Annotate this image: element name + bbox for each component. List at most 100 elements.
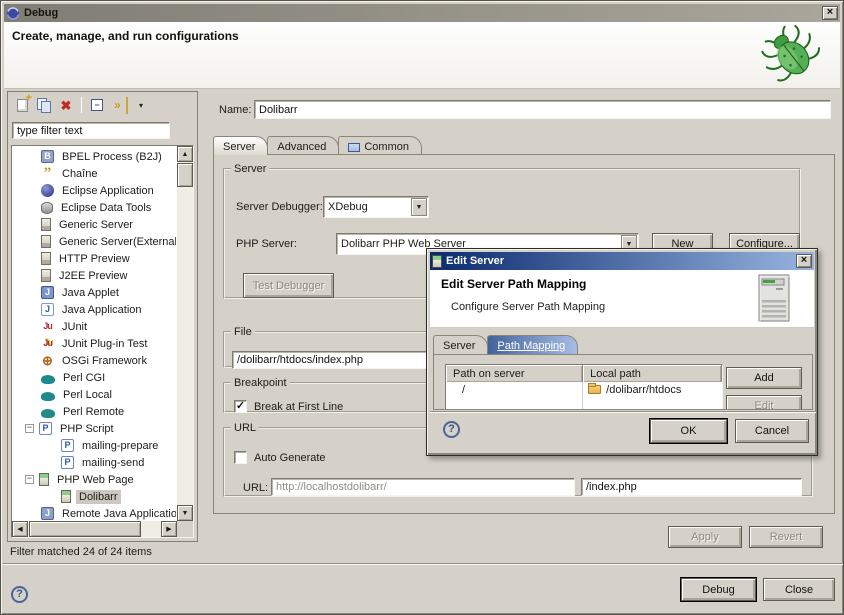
tree-item[interactable]: −PPHP Script — [13, 420, 176, 437]
tree-item-label: Generic Server(External La — [56, 235, 176, 249]
tree-item-label: Eclipse Application — [59, 184, 157, 198]
tree-item[interactable]: Pmailing-send — [13, 454, 176, 471]
scroll-down-icon[interactable]: ▼ — [177, 505, 193, 521]
tree-item[interactable]: HTTP Preview — [13, 250, 176, 267]
tree-item-label: HTTP Preview — [56, 252, 133, 266]
tree-item[interactable]: Dolibarr — [13, 488, 176, 505]
perl-camel-icon — [41, 392, 55, 401]
tree-item[interactable]: Generic Server — [13, 216, 176, 233]
config-tabs: Server Advanced Common — [213, 135, 421, 155]
duplicate-configuration-icon[interactable] — [35, 97, 53, 114]
php-file-icon: P — [39, 422, 52, 435]
tree-item-label: JUnit Plug-in Test — [59, 337, 150, 351]
edit-server-heading: Edit Server Path Mapping — [441, 277, 586, 291]
tree-horizontal-scrollbar[interactable]: ◀ ▶ — [12, 521, 177, 537]
tab-server[interactable]: Server — [213, 136, 268, 155]
tree-expander-icon[interactable]: − — [25, 475, 34, 484]
dialog-help-icon[interactable]: ? — [443, 421, 460, 438]
tree-item-label: Java Applet — [59, 286, 122, 300]
tree-filter-input[interactable] — [12, 122, 170, 139]
new-configuration-icon[interactable]: + — [13, 97, 31, 114]
cancel-button[interactable]: Cancel — [735, 419, 809, 443]
tree-item[interactable]: B BPEL Process (B2J) — [13, 148, 176, 165]
tab-path-mapping[interactable]: Path Mapping — [487, 335, 578, 354]
tree-item-label: BPEL Process (B2J) — [59, 150, 165, 164]
filter-launch-configurations-icon[interactable]: » — [110, 97, 128, 114]
debug-window: Debug × Create, manage, and run configur… — [0, 0, 844, 615]
filter-menu-caret-icon[interactable]: ▾ — [132, 97, 150, 114]
dialog-footer-separator — [430, 411, 816, 413]
scroll-left-icon[interactable]: ◀ — [12, 521, 28, 537]
tree-item[interactable]: J2EE Preview — [13, 267, 176, 284]
edit-server-subheading: Configure Server Path Mapping — [451, 301, 605, 313]
debug-button[interactable]: Debug — [681, 578, 756, 601]
empty-mapping-row — [446, 398, 722, 410]
tree-item-label: Perl Local — [60, 388, 115, 402]
tree-item[interactable]: ” Chaîne — [13, 165, 176, 182]
tree-item-label: mailing-prepare — [79, 439, 161, 453]
collapse-all-icon[interactable]: − — [88, 97, 106, 114]
remote-java-icon: J — [41, 507, 54, 520]
bpel-process-icon: B — [41, 150, 54, 163]
tree-item-label: JUnit — [59, 320, 90, 334]
bug-icon — [760, 24, 826, 86]
tree-item[interactable]: −PHP Web Page — [13, 471, 176, 488]
tree-item[interactable]: JuJUnit Plug-in Test — [13, 335, 176, 352]
edit-server-title: Edit Server — [446, 255, 796, 267]
toolbar-separator — [81, 97, 82, 113]
mapping-row[interactable]: //dolibarr/htdocs — [446, 382, 722, 398]
scroll-up-icon[interactable]: ▲ — [177, 146, 193, 162]
eclipse-logo-icon — [6, 6, 20, 20]
ok-button[interactable]: OK — [650, 419, 727, 443]
tree-item[interactable]: Eclipse Application — [13, 182, 176, 199]
footer-separator — [3, 563, 843, 565]
tree-item-label: Chaîne — [59, 167, 100, 181]
revert-button[interactable]: Revert — [749, 526, 823, 548]
edit-server-close-button[interactable]: × — [796, 254, 812, 268]
apply-button[interactable]: Apply — [668, 526, 742, 548]
tree-item[interactable]: JJava Application — [13, 301, 176, 318]
mapping-table-container: Path on server Local path //dolibarr/htd… — [445, 364, 723, 410]
database-icon — [41, 202, 53, 214]
string-icon: ” — [41, 167, 54, 180]
tree-item[interactable]: Eclipse Data Tools — [13, 199, 176, 216]
tree-item[interactable]: Ju JUnit — [13, 318, 176, 335]
tree-item[interactable]: Pmailing-prepare — [13, 437, 176, 454]
edit-mapping-button[interactable]: Edit — [726, 395, 802, 410]
local-path-cell[interactable]: /dolibarr/htdocs — [583, 382, 722, 398]
close-button[interactable]: Close — [763, 578, 835, 601]
vertical-scroll-thumb[interactable] — [177, 163, 193, 187]
tree-item[interactable]: Perl CGI — [13, 369, 176, 386]
tree-item[interactable]: JJava Applet — [13, 284, 176, 301]
path-mapping-content: Path on server Local path //dolibarr/htd… — [433, 354, 813, 410]
delete-configuration-icon[interactable]: ✖ — [57, 97, 75, 114]
tree-vertical-scrollbar[interactable]: ▲ ▼ — [177, 146, 193, 521]
tree-expander-icon[interactable]: − — [25, 424, 34, 433]
add-mapping-button[interactable]: Add — [726, 367, 802, 389]
horizontal-scroll-thumb[interactable] — [29, 521, 141, 537]
tree-item[interactable]: ⊕OSGi Framework — [13, 352, 176, 369]
tree-item[interactable]: Perl Local — [13, 386, 176, 403]
scroll-right-icon[interactable]: ▶ — [161, 521, 177, 537]
server-path-cell[interactable]: / — [446, 382, 583, 398]
junit-icon: Ju — [41, 320, 54, 333]
tree-item[interactable]: Generic Server(External La — [13, 233, 176, 250]
tab-advanced[interactable]: Advanced — [267, 136, 339, 155]
column-local-path[interactable]: Local path — [583, 365, 722, 382]
php-web-page-icon — [39, 473, 49, 486]
server-icon — [41, 252, 51, 265]
common-tab-icon — [348, 143, 360, 152]
scrollbar-corner — [177, 521, 193, 537]
tree-item-label: Perl Remote — [60, 405, 127, 419]
tab-common[interactable]: Common — [338, 136, 422, 155]
config-tree-panel: + ✖ − » ▾ B BPEL Process (B2J) ” Chaîne Ecli… — [7, 91, 198, 542]
name-input[interactable] — [254, 100, 831, 119]
tree-item[interactable]: Perl Remote — [13, 403, 176, 420]
help-icon[interactable]: ? — [11, 586, 28, 603]
tree-item-label: OSGi Framework — [59, 354, 150, 368]
column-path-on-server[interactable]: Path on server — [446, 365, 583, 382]
tab-edit-server[interactable]: Server — [433, 335, 488, 354]
filter-status-text: Filter matched 24 of 24 items — [10, 546, 152, 558]
window-close-button[interactable]: × — [822, 6, 838, 20]
tree-item[interactable]: JRemote Java Application — [13, 505, 176, 520]
